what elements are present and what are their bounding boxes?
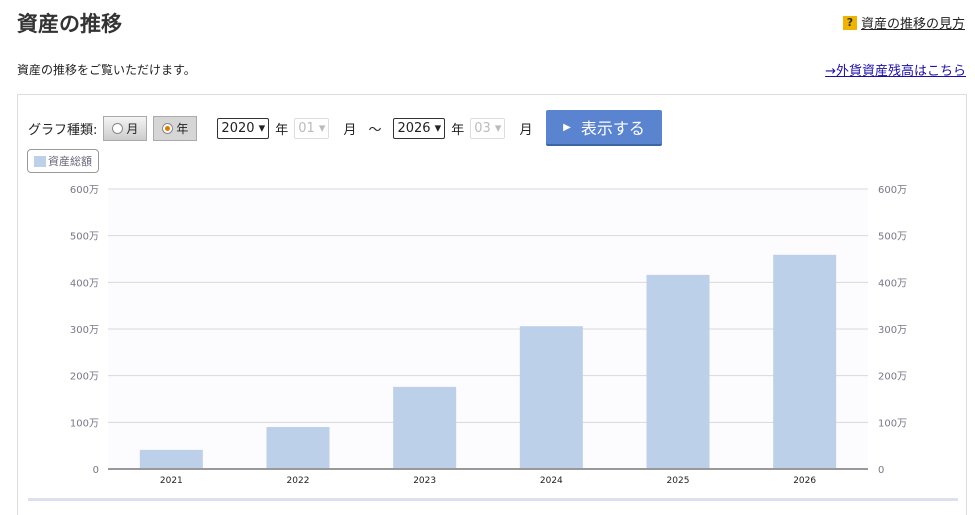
y-tick-label-right: 100万 — [878, 418, 907, 429]
y-tick-label-left: 600万 — [70, 185, 99, 196]
x-tick-label: 2025 — [667, 476, 690, 486]
y-tick-label-right: 200万 — [878, 372, 907, 383]
x-tick-label: 2024 — [540, 476, 563, 486]
bar-2021[interactable] — [139, 449, 203, 469]
y-tick-label-right: 600万 — [878, 185, 907, 196]
y-tick-label-left: 500万 — [70, 232, 99, 243]
x-tick-label: 2026 — [793, 476, 816, 486]
y-tick-label-right: 300万 — [878, 325, 907, 336]
y-tick-label-left: 0 — [93, 465, 99, 476]
bar-2023[interactable] — [393, 386, 457, 469]
x-tick-label: 2023 — [413, 476, 436, 486]
bar-2022[interactable] — [266, 427, 330, 469]
y-tick-label-right: 0 — [878, 465, 884, 476]
y-tick-label-left: 400万 — [70, 278, 99, 289]
bar-chart: 0 0 100万 100万 200万 200万 300万 300万 400万 400万 500万 50… — [70, 185, 907, 486]
y-tick-label-right: 500万 — [878, 232, 907, 243]
bar-2025[interactable] — [646, 274, 710, 469]
y-tick-label-left: 200万 — [70, 372, 99, 383]
bar-2026[interactable] — [773, 254, 837, 469]
y-tick-label-right: 400万 — [878, 278, 907, 289]
y-tick-label-left: 300万 — [70, 325, 99, 336]
x-tick-label: 2021 — [160, 476, 183, 486]
x-tick-label: 2022 — [287, 476, 310, 486]
bar-2024[interactable] — [519, 326, 583, 469]
y-tick-label-left: 100万 — [70, 418, 99, 429]
divider — [28, 498, 958, 501]
